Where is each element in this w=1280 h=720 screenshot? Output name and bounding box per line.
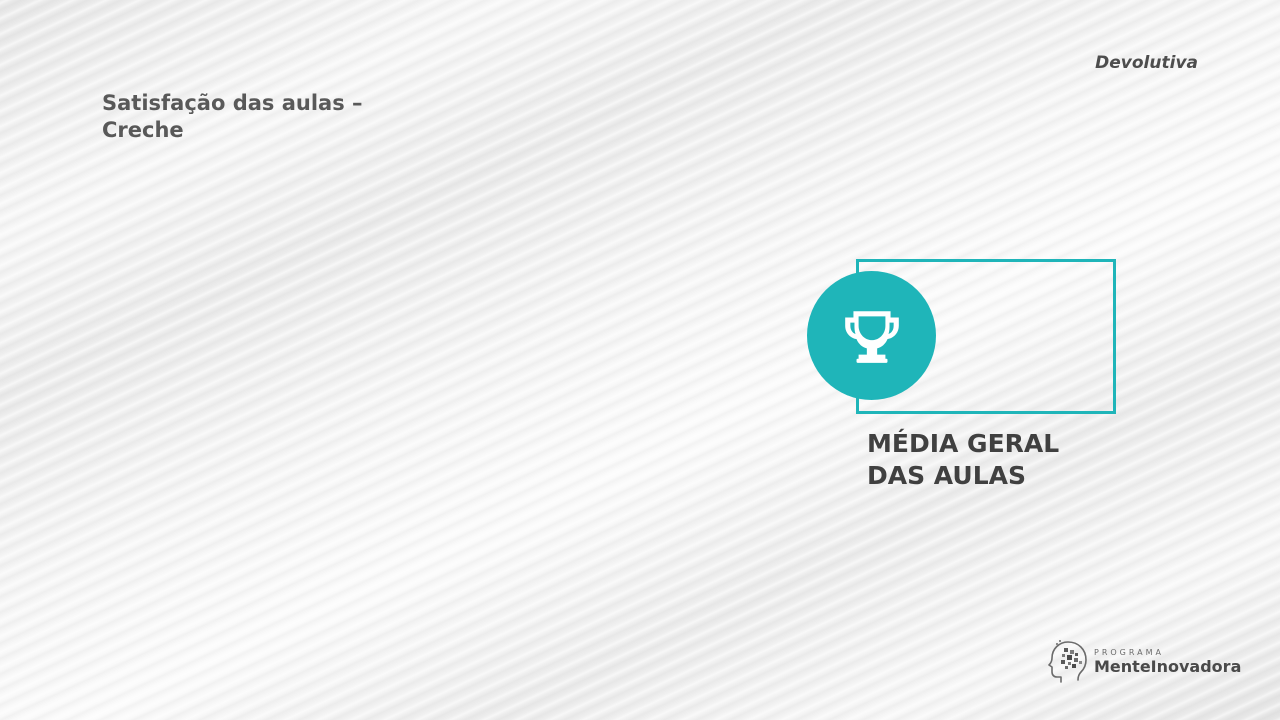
logo-small-text: PROGRAMA bbox=[1094, 648, 1164, 657]
kpi-label-line2: DAS AULAS bbox=[867, 461, 1026, 490]
trophy-badge bbox=[807, 271, 936, 400]
logo-brand-text: MenteInovadora bbox=[1094, 657, 1242, 676]
page-title-line2: Creche bbox=[102, 118, 184, 142]
program-logo: PROGRAMA MenteInovadora bbox=[1048, 638, 1241, 686]
head-gears-icon bbox=[1048, 640, 1087, 683]
page-title: Satisfação das aulas – Creche bbox=[102, 90, 402, 144]
slide: Devolutiva Satisfação das aulas – Creche… bbox=[0, 0, 1280, 720]
section-label: Devolutiva bbox=[1095, 53, 1198, 73]
trophy-icon bbox=[844, 310, 899, 363]
page-title-line1: Satisfação das aulas – bbox=[102, 91, 363, 115]
kpi-label: MÉDIA GERAL DAS AULAS bbox=[867, 428, 1059, 492]
kpi-label-line1: MÉDIA GERAL bbox=[867, 429, 1060, 458]
